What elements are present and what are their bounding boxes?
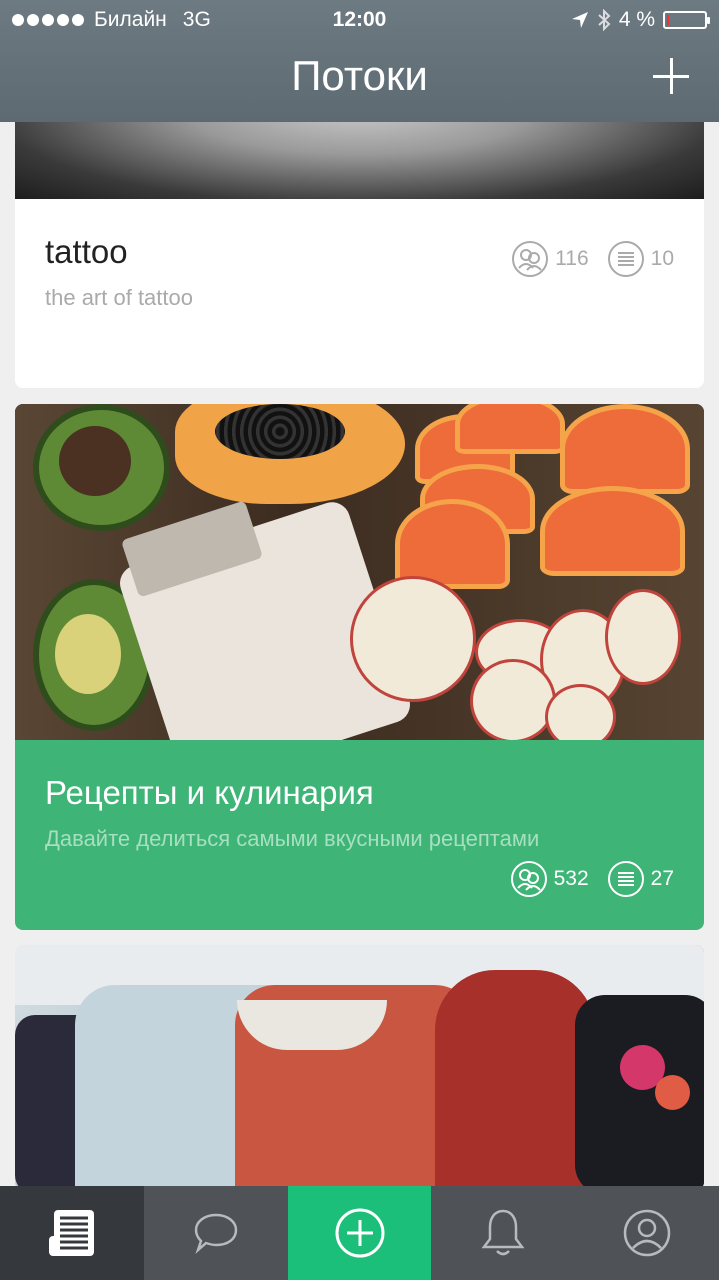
bluetooth-icon [598,9,611,31]
status-bar: Билайн 3G 12:00 4 % [12,8,710,34]
location-arrow-icon [571,12,588,28]
posts-count: 27 [650,867,674,890]
tab-compose[interactable] [288,1186,431,1280]
stream-card-recipes[interactable]: Рецепты и кулинария Давайте делиться сам… [15,404,704,930]
stream-card-tattoo[interactable]: tattoo the art of tattoo 116 10 [15,100,704,388]
profile-icon [623,1209,671,1257]
tab-feed[interactable] [0,1186,144,1280]
members-count: 116 [555,247,589,270]
tab-profile[interactable] [575,1186,719,1280]
battery-percent: 4 % [618,8,655,31]
tab-bar [0,1186,719,1280]
stream-stats: 116 10 [511,240,674,278]
battery-icon [663,11,710,29]
compose-icon [335,1208,384,1258]
stream-cover-image [15,945,704,1190]
stream-cover-image [15,404,704,740]
stream-subtitle: Давайте делиться самыми вкусными рецепта… [45,826,540,851]
members-icon [512,241,549,277]
stream-card-fashion[interactable] [15,945,704,1190]
members-icon [510,861,547,897]
stream-subtitle: the art of tattoo [45,285,193,310]
members-count: 532 [553,867,589,890]
feed-icon [49,1210,94,1256]
posts-icon [607,861,644,897]
tab-chat[interactable] [144,1186,288,1280]
posts-count: 10 [650,247,674,270]
nav-header: Билайн 3G 12:00 4 % Потоки [0,0,719,122]
bell-icon [481,1209,525,1256]
chat-icon [194,1213,238,1254]
stream-stats: 532 27 [510,860,674,898]
plus-icon[interactable] [653,58,689,94]
posts-icon [607,241,644,277]
page-title: Потоки [291,52,428,99]
tab-notifications[interactable] [431,1186,575,1280]
stream-title: Рецепты и кулинария [45,774,374,811]
